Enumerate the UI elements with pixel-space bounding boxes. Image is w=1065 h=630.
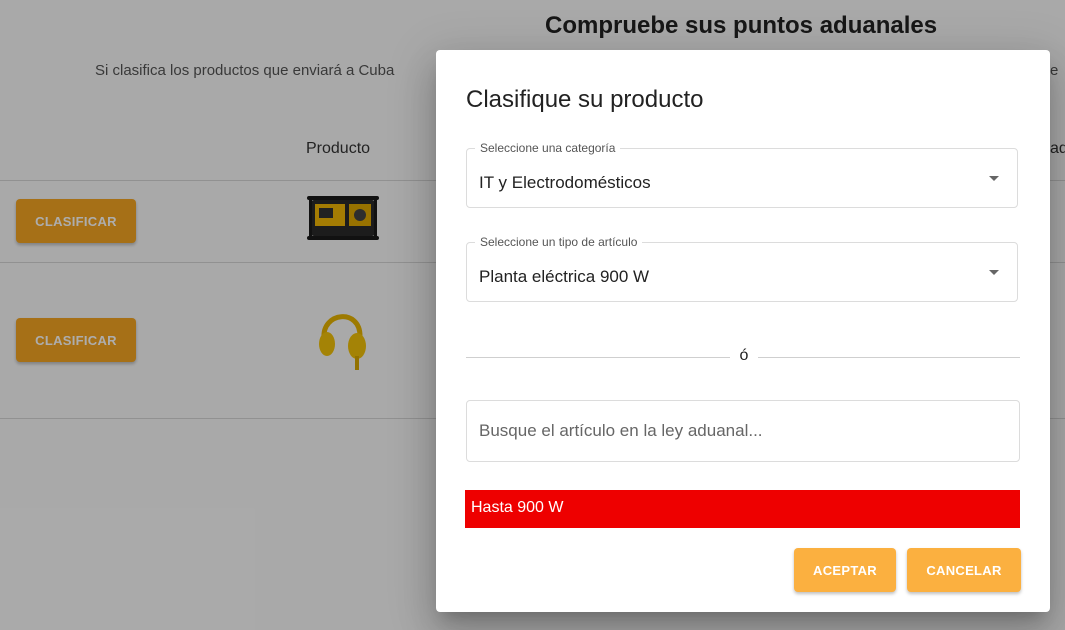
category-select[interactable]: Seleccione una categoría IT y Electrodom… [466, 141, 1018, 208]
article-type-select[interactable]: Seleccione un tipo de artículo Planta el… [466, 235, 1018, 302]
chevron-down-icon [989, 270, 999, 275]
dialog-title: Clasifique su producto [466, 86, 704, 113]
alert-message: Hasta 900 W [465, 490, 1020, 528]
or-divider-text: ó [739, 347, 749, 364]
category-select-label: Seleccione una categoría [475, 141, 621, 155]
category-select-value: IT y Electrodomésticos [479, 173, 651, 192]
article-type-select-label: Seleccione un tipo de artículo [475, 235, 643, 249]
classify-dialog: Clasifique su producto Seleccione una ca… [436, 50, 1050, 612]
divider-line [758, 357, 1020, 358]
chevron-down-icon [989, 176, 999, 181]
article-type-select-value: Planta eléctrica 900 W [479, 267, 650, 286]
accept-button[interactable]: ACEPTAR [794, 548, 896, 592]
page: Compruebe sus puntos aduanales Si clasif… [0, 0, 1065, 630]
or-divider: ó [466, 347, 1020, 368]
divider-line [466, 357, 730, 358]
search-input[interactable] [466, 400, 1020, 462]
cancel-button[interactable]: CANCELAR [907, 548, 1021, 592]
